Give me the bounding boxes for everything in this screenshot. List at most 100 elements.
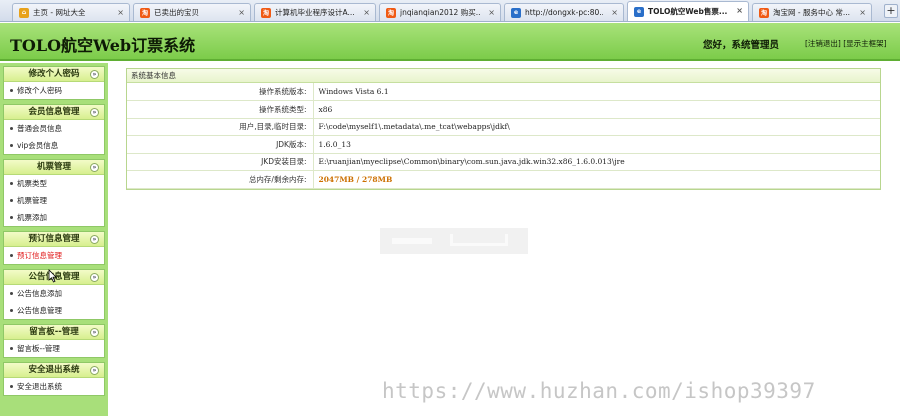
blotch-stroke [450, 234, 508, 246]
browser-tab-home[interactable]: ⌂ 主页 - 网址大全 × [12, 3, 130, 21]
collapse-icon[interactable]: » [90, 163, 99, 172]
menu-group-header[interactable]: 机票管理 » [4, 160, 104, 175]
menu-group-header[interactable]: 会员信息管理 » [4, 105, 104, 120]
taobao-icon: 淘 [386, 7, 396, 18]
menu-group-header[interactable]: 预订信息管理 » [4, 232, 104, 247]
close-icon[interactable]: × [117, 8, 124, 17]
sidebar-item-booking-manage[interactable]: 预订信息管理 [4, 247, 104, 264]
menu-group-header[interactable]: 修改个人密码 » [4, 67, 104, 82]
background-blotch [380, 228, 528, 254]
sidebar-item-ticket-manage[interactable]: 机票管理 [4, 192, 104, 209]
browser-tab-sold[interactable]: 淘 已卖出的宝贝 × [133, 3, 251, 21]
sidebar-item-ticket-types[interactable]: 机票类型 [4, 175, 104, 192]
taobao-icon: 淘 [759, 7, 769, 18]
globe-icon: e [634, 6, 644, 17]
collapse-icon[interactable]: » [90, 108, 99, 117]
welcome-text: 您好，系统管理员 [703, 40, 780, 51]
row-value: F:\code\myself1\.metadata\.me_tcat\webap… [313, 118, 880, 136]
collapse-icon[interactable]: » [90, 366, 99, 375]
sidebar-item-message-manage[interactable]: 留言板--管理 [4, 340, 104, 357]
collapse-icon[interactable]: » [90, 273, 99, 282]
table-row: 总内存/剩余内存: 2047MB / 278MB [127, 170, 880, 189]
header-links: [注销退出] [显示主框架] [805, 38, 887, 49]
row-value: E:\ruanjian\myeclipse\Common\binary\com.… [313, 153, 880, 171]
sidebar-item-notice-manage[interactable]: 公告信息管理 [4, 302, 104, 319]
tab-label: TOLO航空Web售票... [648, 7, 728, 16]
sidebar-item-safe-logout[interactable]: 安全退出系统 [4, 378, 104, 395]
menu-group-tickets: 机票管理 » 机票类型 机票管理 机票添加 [3, 159, 105, 227]
bullet-icon [10, 216, 13, 219]
row-value: x86 [313, 100, 880, 119]
bullet-icon [10, 292, 13, 295]
bullet-icon [10, 385, 13, 388]
memory-separator: / [354, 174, 362, 184]
sidebar-item-change-password[interactable]: 修改个人密码 [4, 82, 104, 99]
table-row: JKD安装目录: E:\ruanjian\myeclipse\Common\bi… [127, 153, 880, 171]
browser-tab-buyer[interactable]: 淘 jnqianqian2012 购买... × [379, 3, 501, 21]
menu-group-logout: 安全退出系统 » 安全退出系统 [3, 362, 105, 396]
bullet-icon [10, 127, 13, 130]
menu-group-title: 修改个人密码 [28, 69, 80, 79]
row-value: 2047MB / 278MB [313, 170, 880, 189]
row-value: 1.6.0_13 [313, 135, 880, 154]
close-icon[interactable]: × [859, 8, 866, 17]
browser-tab-tolo[interactable]: e TOLO航空Web售票... × [627, 1, 749, 21]
home-icon: ⌂ [19, 7, 29, 18]
menu-group-password: 修改个人密码 » 修改个人密码 [3, 66, 105, 100]
sidebar: 修改个人密码 » 修改个人密码 会员信息管理 » 普通会员信息 vip会员信息 … [0, 63, 108, 416]
sidebar-item-ticket-add[interactable]: 机票添加 [4, 209, 104, 226]
system-info-panel: 系统基本信息 操作系统版本: Windows Vista 6.1 操作系统类型:… [126, 68, 881, 190]
tab-label: 已卖出的宝贝 [154, 8, 199, 17]
menu-item-label: 机票管理 [17, 196, 47, 205]
tab-label: 淘宝网 - 服务中心 常... [773, 8, 851, 17]
new-tab-button[interactable]: + [884, 4, 898, 18]
browser-tab-design[interactable]: 淘 计算机毕业程序设计A... × [254, 3, 376, 21]
close-icon[interactable]: × [736, 6, 743, 15]
menu-item-label: 公告信息添加 [17, 289, 62, 298]
sidebar-item-notice-add[interactable]: 公告信息添加 [4, 285, 104, 302]
collapse-icon[interactable]: » [90, 328, 99, 337]
row-label: JKD安装目录: [127, 153, 314, 171]
collapse-icon[interactable]: » [90, 70, 99, 79]
app-header: TOLO航空Web订票系统 您好，系统管理员 [注销退出] [显示主框架] [0, 23, 900, 61]
menu-item-label: vip会员信息 [17, 141, 59, 150]
browser-tab-dongxk[interactable]: e http://dongxk-pc:80... × [504, 3, 624, 21]
menu-item-label: 机票添加 [17, 213, 47, 222]
sidebar-item-regular-members[interactable]: 普通会员信息 [4, 120, 104, 137]
menu-group-header[interactable]: 安全退出系统 » [4, 363, 104, 378]
menu-item-label: 安全退出系统 [17, 382, 62, 391]
menu-item-label: 公告信息管理 [17, 306, 62, 315]
globe-icon: e [511, 7, 521, 18]
close-icon[interactable]: × [611, 8, 618, 17]
logout-link[interactable]: [注销退出] [805, 39, 841, 48]
row-label: 操作系统版本: [127, 83, 314, 101]
watermark-text: https://www.huzhan.com/ishop39397 [382, 379, 816, 403]
menu-group-title: 会员信息管理 [28, 107, 80, 117]
menu-item-label: 修改个人密码 [17, 86, 62, 95]
sidebar-item-vip-members[interactable]: vip会员信息 [4, 137, 104, 154]
bullet-icon [10, 309, 13, 312]
menu-item-label: 留言板--管理 [17, 344, 60, 353]
row-label: 总内存/剩余内存: [127, 170, 314, 189]
table-row: 操作系统类型: x86 [127, 100, 880, 119]
collapse-icon[interactable]: » [90, 235, 99, 244]
menu-group-title: 预订信息管理 [28, 234, 80, 244]
menu-group-bookings: 预订信息管理 » 预订信息管理 [3, 231, 105, 265]
close-icon[interactable]: × [238, 8, 245, 17]
panel-title: 系统基本信息 [127, 69, 880, 83]
app-title: TOLO航空Web订票系统 [10, 36, 196, 55]
bullet-icon [10, 89, 13, 92]
system-info-table: 操作系统版本: Windows Vista 6.1 操作系统类型: x86 用户… [127, 83, 880, 189]
menu-group-header[interactable]: 留言板--管理 » [4, 325, 104, 340]
bullet-icon [10, 144, 13, 147]
row-label: 用户,目录,临时目录: [127, 118, 314, 136]
total-memory: 2047MB [318, 174, 355, 184]
browser-tab-service[interactable]: 淘 淘宝网 - 服务中心 常... × [752, 3, 872, 21]
tab-label: 计算机毕业程序设计A... [275, 8, 355, 17]
close-icon[interactable]: × [488, 8, 495, 17]
menu-item-label: 普通会员信息 [17, 124, 62, 133]
show-main-frame-link[interactable]: [显示主框架] [843, 39, 886, 48]
menu-group-title: 留言板--管理 [29, 327, 79, 337]
close-icon[interactable]: × [363, 8, 370, 17]
table-row: JDK版本: 1.6.0_13 [127, 135, 880, 154]
